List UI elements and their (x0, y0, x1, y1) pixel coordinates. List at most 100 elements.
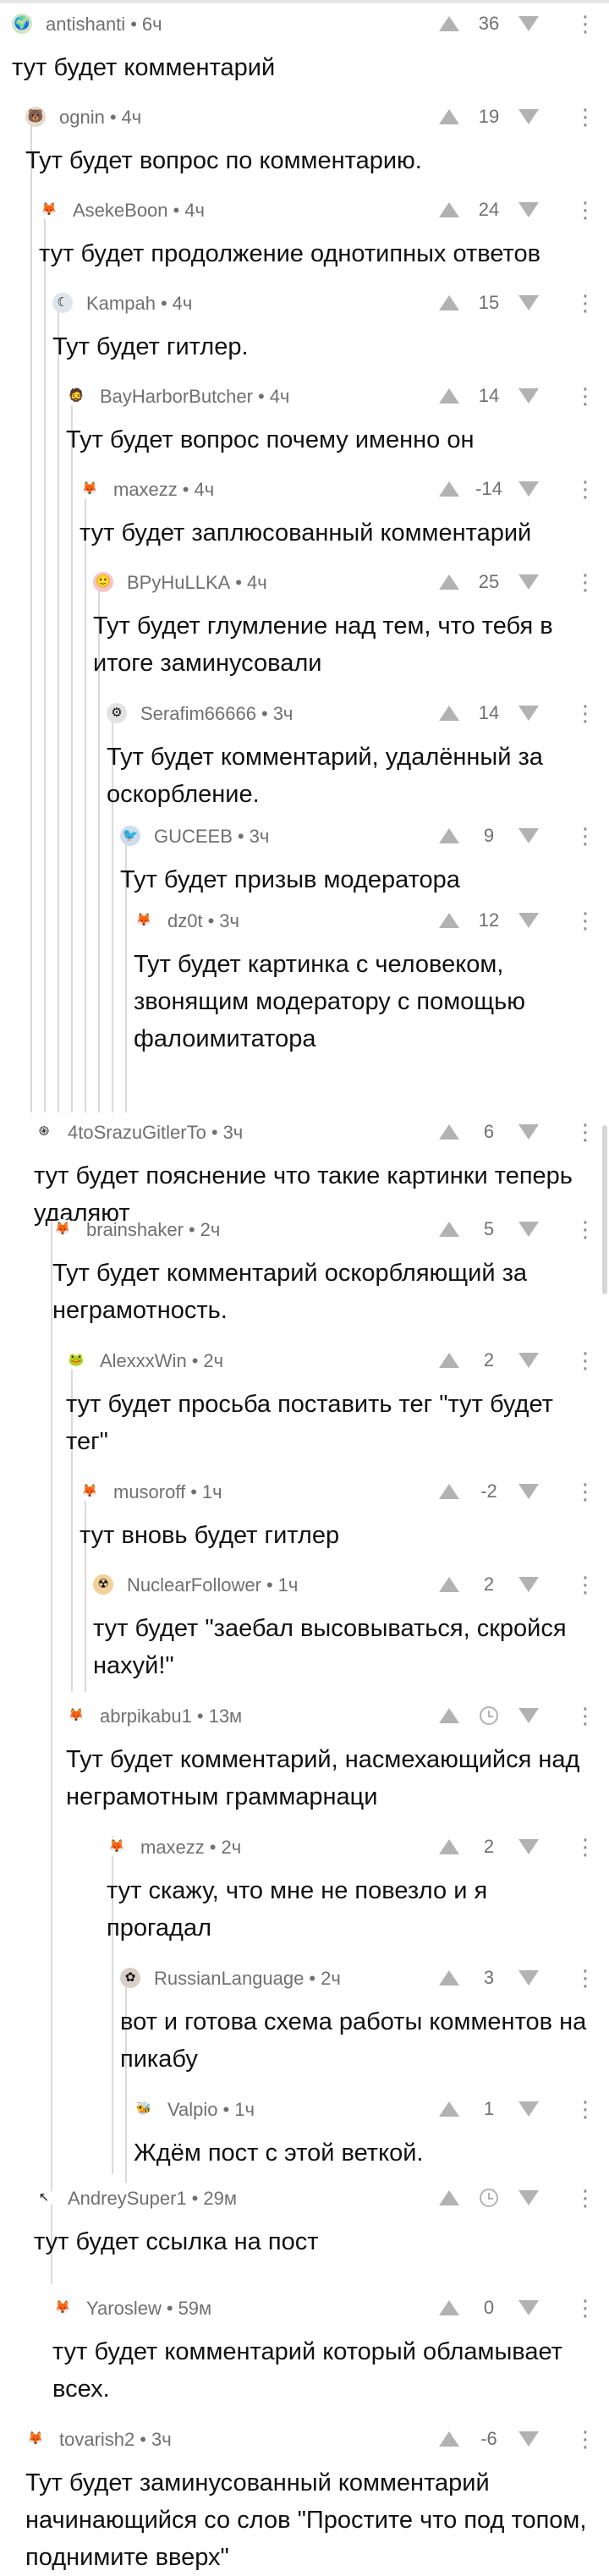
avatar[interactable]: 🦊 (134, 910, 154, 931)
avatar[interactable]: 🌍 (12, 14, 32, 34)
arrow-up-icon[interactable] (436, 1217, 462, 1242)
avatar[interactable]: 🦊 (80, 1481, 100, 1502)
arrow-up-icon[interactable] (436, 476, 462, 502)
arrow-down-icon[interactable] (516, 1348, 541, 1373)
comment-author[interactable]: AsekeBoon (73, 200, 168, 221)
arrow-down-icon[interactable] (516, 2426, 541, 2452)
arrow-down-icon[interactable] (516, 197, 541, 222)
avatar[interactable]: ⚙ (107, 703, 127, 723)
arrow-down-icon[interactable] (516, 2096, 541, 2122)
avatar[interactable]: 🦊 (39, 200, 59, 220)
kebab-menu-icon[interactable]: ⋮ (574, 1348, 596, 1373)
kebab-menu-icon[interactable]: ⋮ (574, 1572, 596, 1597)
arrow-down-icon[interactable] (516, 1217, 541, 1242)
kebab-menu-icon[interactable]: ⋮ (574, 908, 596, 933)
kebab-menu-icon[interactable]: ⋮ (574, 1703, 596, 1728)
arrow-down-icon[interactable] (516, 383, 541, 409)
kebab-menu-icon[interactable]: ⋮ (574, 197, 596, 222)
comment-author[interactable]: Kampah (86, 293, 156, 314)
arrow-down-icon[interactable] (516, 1703, 541, 1728)
comment-author[interactable]: Yaroslew (86, 2298, 162, 2319)
avatar[interactable]: 🐦 (120, 826, 140, 846)
arrow-up-icon[interactable] (436, 1572, 462, 1597)
kebab-menu-icon[interactable]: ⋮ (574, 2426, 596, 2452)
arrow-up-icon[interactable] (436, 2096, 462, 2122)
avatar[interactable]: 🐻 (25, 107, 46, 127)
avatar[interactable]: 🦊 (107, 1837, 127, 1857)
arrow-down-icon[interactable] (516, 290, 541, 316)
arrow-down-icon[interactable] (516, 700, 541, 726)
avatar[interactable]: ✿ (120, 1968, 140, 1988)
kebab-menu-icon[interactable]: ⋮ (574, 1479, 596, 1504)
arrow-up-icon[interactable] (436, 1703, 462, 1728)
comment-author[interactable]: maxezz (140, 1837, 205, 1858)
kebab-menu-icon[interactable]: ⋮ (574, 569, 596, 595)
arrow-up-icon[interactable] (436, 2185, 462, 2211)
comment-author[interactable]: musoroff (113, 1481, 185, 1502)
avatar[interactable]: 🦊 (66, 1705, 86, 1726)
comment-author[interactable]: NuclearFollower (127, 1574, 261, 1596)
comment-author[interactable]: RussianLanguage (154, 1968, 304, 1989)
kebab-menu-icon[interactable]: ⋮ (574, 290, 596, 316)
arrow-up-icon[interactable] (436, 104, 462, 129)
comment-author[interactable]: BPyHuLLKA (127, 572, 230, 593)
arrow-down-icon[interactable] (516, 1834, 541, 1859)
arrow-down-icon[interactable] (516, 476, 541, 502)
kebab-menu-icon[interactable]: ⋮ (574, 476, 596, 502)
arrow-up-icon[interactable] (436, 700, 462, 726)
arrow-up-icon[interactable] (436, 908, 462, 933)
avatar[interactable]: 🙂 (93, 572, 113, 592)
arrow-down-icon[interactable] (516, 1965, 541, 1991)
avatar[interactable]: 🐸 (66, 1350, 86, 1370)
avatar[interactable]: ֍ (34, 1122, 54, 1142)
kebab-menu-icon[interactable]: ⋮ (574, 1834, 596, 1859)
kebab-menu-icon[interactable]: ⋮ (574, 104, 596, 129)
avatar[interactable]: 🦊 (52, 2298, 73, 2318)
comment-author[interactable]: AlexxxWin (100, 1350, 187, 1371)
arrow-down-icon[interactable] (516, 104, 541, 129)
arrow-up-icon[interactable] (436, 1479, 462, 1504)
scrollbar[interactable] (602, 1125, 607, 1294)
arrow-down-icon[interactable] (516, 2185, 541, 2211)
arrow-up-icon[interactable] (436, 1348, 462, 1373)
avatar[interactable]: ↖ (34, 2188, 54, 2208)
arrow-up-icon[interactable] (436, 2426, 462, 2452)
arrow-up-icon[interactable] (436, 197, 462, 222)
kebab-menu-icon[interactable]: ⋮ (574, 700, 596, 726)
comment-author[interactable]: dz0t (167, 910, 203, 931)
kebab-menu-icon[interactable]: ⋮ (574, 1217, 596, 1242)
arrow-down-icon[interactable] (516, 1479, 541, 1504)
arrow-up-icon[interactable] (436, 290, 462, 316)
arrow-up-icon[interactable] (436, 383, 462, 409)
avatar[interactable]: 🦊 (25, 2429, 46, 2449)
comment-author[interactable]: ognin (59, 107, 105, 128)
comment-author[interactable]: AndreySuper1 (68, 2188, 187, 2209)
arrow-up-icon[interactable] (436, 1965, 462, 1991)
kebab-menu-icon[interactable]: ⋮ (574, 2096, 596, 2122)
comment-author[interactable]: brainshaker (86, 1219, 184, 1240)
comment-author[interactable]: Serafim66666 (140, 703, 256, 724)
arrow-up-icon[interactable] (436, 1834, 462, 1859)
kebab-menu-icon[interactable]: ⋮ (574, 2295, 596, 2321)
arrow-up-icon[interactable] (436, 569, 462, 595)
comment-author[interactable]: 4toSrazuGitlerTo (68, 1122, 206, 1143)
arrow-down-icon[interactable] (516, 1572, 541, 1597)
avatar[interactable]: 🐝 (134, 2099, 154, 2119)
comment-author[interactable]: tovarish2 (59, 2429, 134, 2450)
arrow-down-icon[interactable] (516, 2295, 541, 2321)
comment-author[interactable]: abrpikabu1 (100, 1705, 192, 1727)
kebab-menu-icon[interactable]: ⋮ (574, 383, 596, 409)
kebab-menu-icon[interactable]: ⋮ (574, 1119, 596, 1145)
arrow-down-icon[interactable] (516, 11, 541, 36)
avatar[interactable]: ☢ (93, 1574, 113, 1595)
kebab-menu-icon[interactable]: ⋮ (574, 2185, 596, 2211)
kebab-menu-icon[interactable]: ⋮ (574, 1965, 596, 1991)
kebab-menu-icon[interactable]: ⋮ (574, 11, 596, 36)
arrow-down-icon[interactable] (516, 908, 541, 933)
comment-author[interactable]: BayHarborButcher (100, 386, 253, 407)
comment-author[interactable]: Valpio (167, 2099, 218, 2120)
arrow-up-icon[interactable] (436, 11, 462, 36)
arrow-up-icon[interactable] (436, 1119, 462, 1145)
arrow-down-icon[interactable] (516, 1119, 541, 1145)
arrow-down-icon[interactable] (516, 823, 541, 849)
